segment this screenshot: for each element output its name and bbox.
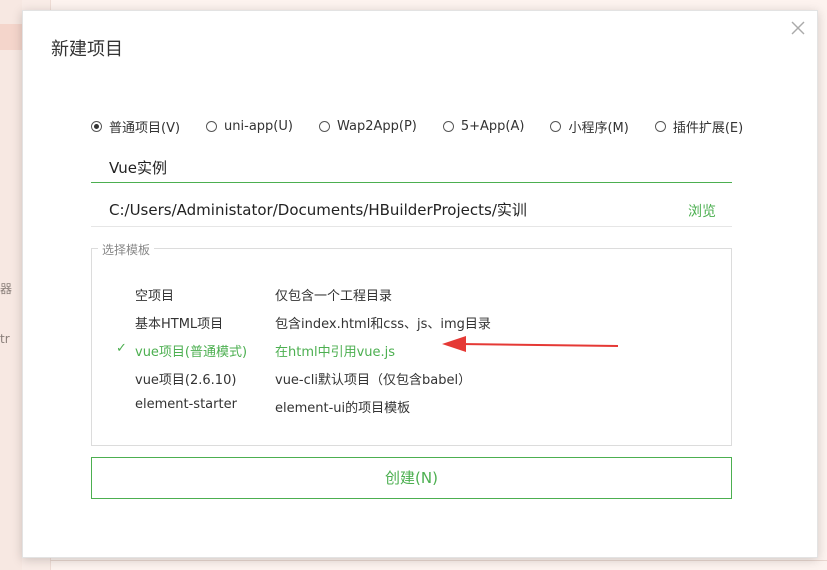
radio-uni-app[interactable]: uni-app(U) [206,119,293,134]
checkmark-icon: ✓ [116,341,127,356]
background-text-fragment: tr [0,332,10,346]
create-button[interactable]: 创建(N) [91,457,732,499]
background-divider [50,560,827,561]
project-type-group: 普通项目(V) uni-app(U) Wap2App(P) 5+App(A) 小… [91,117,743,136]
radio-label: 插件扩展(E) [672,121,744,136]
radio-5plus-app[interactable]: 5+App(A) [442,119,525,134]
radio-unchecked-icon [206,121,218,132]
radio-normal-project[interactable]: 普通项目(V) [91,117,180,136]
template-item-vue-cli[interactable]: vue项目(2.6.10) vue-cli默认项目（仅包含babel） [92,369,731,391]
radio-label: 5+App(A) [460,119,525,134]
template-item-basic-html[interactable]: 基本HTML项目 包含index.html和css、js、img目录 [92,313,731,335]
template-item-vue-normal[interactable]: ✓ vue项目(普通模式) 在html中引用vue.js [92,341,731,363]
template-desc: 在html中引用vue.js [275,345,396,360]
radio-label: 小程序(M) [568,121,629,136]
new-project-dialog: 新建项目 普通项目(V) uni-app(U) Wap2App(P) 5+App… [22,10,818,558]
template-name: 基本HTML项目 [135,317,224,332]
template-name: element-starter [135,397,237,412]
template-desc: element-ui的项目模板 [275,401,411,416]
radio-unchecked-icon [654,121,666,132]
close-button[interactable] [789,19,807,37]
template-list: 选择模板 空项目 仅包含一个工程目录 基本HTML项目 包含index.html… [91,241,732,446]
close-icon [791,21,805,35]
radio-label: Wap2App(P) [336,119,417,134]
template-desc: 仅包含一个工程目录 [275,289,393,304]
template-name: 空项目 [135,289,175,304]
background-editor-tab [0,24,22,50]
radio-wap2app[interactable]: Wap2App(P) [318,119,417,134]
radio-unchecked-icon [550,121,562,132]
radio-unchecked-icon [442,121,454,132]
project-name-input[interactable] [91,153,732,183]
radio-plugin-extension[interactable]: 插件扩展(E) [654,117,744,136]
dialog-title: 新建项目 [51,39,123,60]
template-name: vue项目(2.6.10) [135,373,237,388]
browse-button[interactable]: 浏览 [688,201,716,221]
radio-label: 普通项目(V) [109,121,181,136]
radio-mini-program[interactable]: 小程序(M) [550,117,629,136]
template-legend: 选择模板 [98,241,155,258]
template-desc: vue-cli默认项目（仅包含babel） [275,373,472,388]
project-path-field[interactable]: C:/Users/Administator/Documents/HBuilder… [91,197,732,227]
project-path-text: C:/Users/Administator/Documents/HBuilder… [109,201,527,219]
radio-label: uni-app(U) [224,119,293,134]
radio-checked-icon [91,121,102,132]
template-name: vue项目(普通模式) [135,345,248,360]
template-item-empty[interactable]: 空项目 仅包含一个工程目录 [92,285,731,307]
template-item-element-starter[interactable]: element-starter element-ui的项目模板 [92,397,731,419]
background-text-fragment: 器 [0,282,13,296]
template-desc: 包含index.html和css、js、img目录 [275,317,491,332]
radio-unchecked-icon [318,121,330,132]
